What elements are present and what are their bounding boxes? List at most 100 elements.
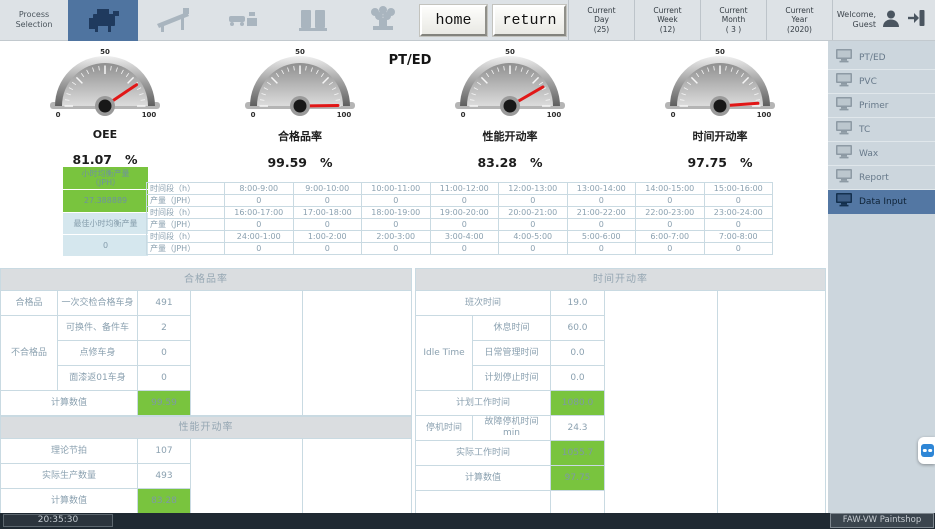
cell-value: 0 [636,195,705,207]
cell-label: 产量（JPH） [147,195,225,207]
gauge-label: 性能开动率 [450,128,570,144]
monitor-icon [836,169,852,186]
cell-label: 计划停止时间 [473,366,551,391]
monitor-icon [836,145,852,162]
cell-label: 不合格品 [1,316,58,391]
gauge-value: 81.07% [45,152,165,167]
stat-value: ( 3 ) [726,25,741,34]
sidebar-item-tc[interactable]: TC [828,118,935,142]
cell-value: 0 [499,243,568,255]
cell-value: 60.0 [551,316,605,341]
sidebar-item-wax[interactable]: Wax [828,142,935,166]
gauge-label: 合格品率 [240,128,360,144]
cell-label: Idle Time [416,316,473,391]
stat-label: Current Day [587,6,615,24]
user-icon[interactable] [881,8,901,32]
sidebar-item-pt-ed[interactable]: PT/ED [828,46,935,70]
gauge-value: 97.75% [660,155,780,170]
stat-current-day: Current Day(25) [569,0,635,40]
cell-value: 0 [225,243,294,255]
cell-timeslot: 1:00-2:00 [293,231,362,243]
stat-label: Current Year [785,6,813,24]
cell-value: 0 [567,243,636,255]
availability-panel: 时间开动率 班次时间 19.0 Idle Time 休息时间 60.0 日常管理… [415,268,826,514]
return-button[interactable]: return [493,5,566,36]
sidebar-item-report[interactable]: Report [828,166,935,190]
process-button-3[interactable] [208,0,278,41]
cell-value: 0 [362,243,431,255]
cell-label: 休息时间 [473,316,551,341]
process-button-2[interactable] [138,0,208,41]
cell-value: 0 [704,219,773,231]
sidebar-item-label: Report [859,173,889,183]
machine-transfer-station-icon [223,4,263,38]
monitor-icon [836,121,852,138]
cell-timeslot: 10:00-11:00 [362,183,431,195]
svg-text:0: 0 [461,111,466,119]
cell-label: 面漆返01车身 [58,366,138,391]
cell-label: 实际工作时间 [416,441,551,466]
cell-label: 故障停机时间 min [473,416,551,441]
cell-timeslot: 5:00-6:00 [567,231,636,243]
cell-timeslot: 9:00-10:00 [293,183,362,195]
cell-value: 19.0 [551,291,605,316]
hourly-avg-label: 小时均衡产量 （JPH） [63,167,148,190]
hourly-balance-table: 小时均衡产量 （JPH） 27.388889 最佳小时均衡产量 0 [63,167,148,257]
cell-value: 0 [499,195,568,207]
cell-empty [191,291,303,416]
monitor-icon [836,97,852,114]
sidebar-item-data-input[interactable]: Data Input [828,190,935,214]
cell-calc-value: 99.59 [138,391,191,416]
status-bar: 20:35:30 FAW-VW Paintshop [0,513,935,529]
table-row: 时间段（h）16:00-17:0017:00-18:0018:00-19:001… [147,207,773,219]
table-row: 产量（JPH）00000000 [147,195,773,207]
cell-value: 0 [430,219,499,231]
hourly-best-value: 0 [63,235,148,257]
cell-label: 停机时间 [416,416,473,441]
cell-calc-value: 97.75 [551,466,605,491]
cell-value: 0 [636,219,705,231]
cell-timeslot: 18:00-19:00 [362,207,431,219]
cell-timeslot: 20:00-21:00 [499,207,568,219]
table-row: 产量（JPH）00000000 [147,243,773,255]
sidebar-item-label: Data Input [859,197,907,207]
cell-timeslot: 17:00-18:00 [293,207,362,219]
remote-access-icon[interactable] [918,437,935,464]
cell-value: 107 [138,439,191,464]
sidebar-item-label: PVC [859,77,877,87]
hourly-avg-value: 27.388889 [63,190,148,213]
svg-text:100: 100 [142,111,157,119]
cell-empty [718,291,826,514]
cell-label: 产量（JPH） [147,219,225,231]
cell-timeslot: 4:00-5:00 [499,231,568,243]
cell-calc-value: 1055.7 [551,441,605,466]
sidebar-item-pvc[interactable]: PVC [828,70,935,94]
quality-section-title: 合格品率 [0,268,412,290]
cell-value: 0 [225,195,294,207]
gauge-performance-rate: 50 0 100 性能开动率83.28% [450,46,570,170]
stat-current-week: Current Week(12) [635,0,701,40]
cell-value: 0 [362,195,431,207]
welcome-text: Welcome, Guest [837,10,876,30]
cell-label: 计算数值 [416,466,551,491]
process-button-5[interactable] [348,0,418,41]
cell-timeslot: 14:00-15:00 [636,183,705,195]
cell-timeslot: 8:00-9:00 [225,183,294,195]
cell-timeslot: 21:00-22:00 [567,207,636,219]
process-button-4[interactable] [278,0,348,41]
sidebar-item-primer[interactable]: Primer [828,94,935,118]
cell-calc-value: 83.28 [138,489,191,515]
logout-icon[interactable] [906,8,927,32]
process-button-1[interactable] [68,0,138,41]
cell-label: 时间段（h） [147,231,225,243]
home-button[interactable]: home [420,5,487,36]
machine-oven-frames-icon [293,4,333,38]
cell-label: 可换件、备件车 [58,316,138,341]
cell-value: 0 [636,243,705,255]
cell-timeslot: 12:00-13:00 [499,183,568,195]
sidebar-item-label: PT/ED [859,53,886,63]
stat-value: (2020) [787,25,812,34]
cell-empty [303,439,412,515]
gauge-dial: 50 0 100 [660,46,780,122]
hourly-output-table: 时间段（h）8:00-9:009:00-10:0010:00-11:0011:0… [146,182,773,255]
